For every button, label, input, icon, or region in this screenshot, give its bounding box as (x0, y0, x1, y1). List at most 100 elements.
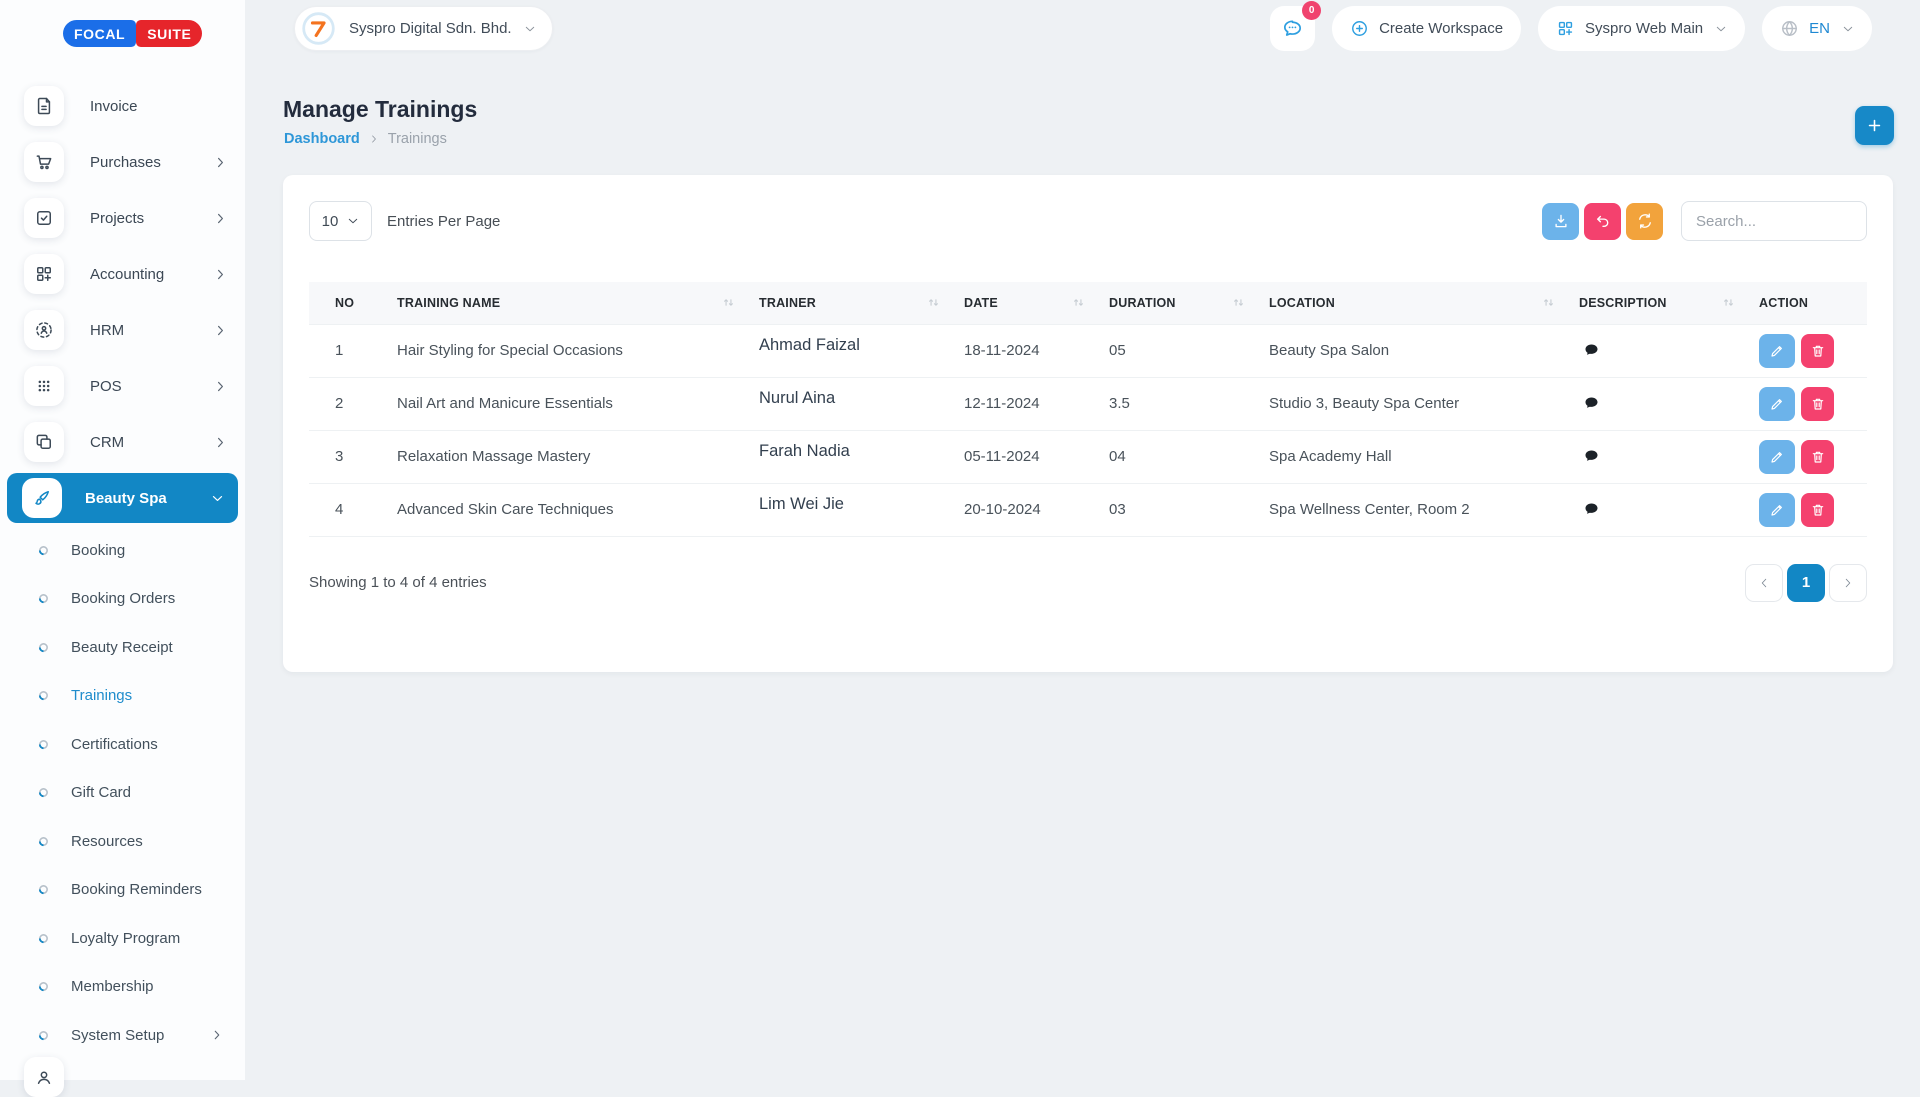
delete-button[interactable] (1801, 334, 1834, 368)
cell-trainer: Ahmad Faizal (747, 324, 952, 377)
pagination-page-1-button[interactable]: 1 (1787, 564, 1825, 602)
sidebar-subitem-booking[interactable]: Booking (0, 526, 245, 575)
sidebar-item-hrm[interactable]: HRM (0, 302, 245, 358)
chevron-right-icon (214, 212, 227, 225)
column-label: TRAINER (759, 296, 816, 310)
bullet-icon (38, 1030, 49, 1041)
sidebar-subitem-label: Certifications (71, 736, 158, 753)
pagination-next-button[interactable] (1829, 564, 1867, 602)
chevron-down-icon (524, 23, 536, 35)
refresh-button[interactable] (1626, 203, 1663, 240)
column-header-training-name[interactable]: TRAINING NAME (385, 282, 747, 324)
focal-suite-logo[interactable]: FOCAL SUITE (63, 20, 202, 47)
sidebar-subitem-loyalty-program[interactable]: Loyalty Program (0, 914, 245, 963)
bullet-icon (38, 545, 49, 556)
chevron-right-icon (214, 268, 227, 281)
add-training-button[interactable] (1855, 106, 1894, 145)
export-download-button[interactable] (1542, 203, 1579, 240)
sidebar-subitem-trainings[interactable]: Trainings (0, 672, 245, 721)
table-row: 4Advanced Skin Care TechniquesLim Wei Ji… (309, 483, 1867, 536)
language-selector[interactable]: EN (1762, 6, 1872, 51)
app-switcher[interactable]: Syspro Web Main (1538, 6, 1745, 51)
edit-button[interactable] (1759, 440, 1795, 474)
sidebar-item-partial[interactable] (24, 1057, 64, 1097)
workspace-selector[interactable]: Syspro Digital Sdn. Bhd. (294, 6, 553, 51)
description-comment-button[interactable] (1583, 501, 1600, 518)
sidebar-item-crm[interactable]: CRM (0, 414, 245, 470)
chevron-left-icon (1758, 577, 1770, 589)
cell-no: 3 (309, 430, 385, 483)
edit-button[interactable] (1759, 387, 1795, 421)
create-workspace-label: Create Workspace (1379, 20, 1503, 37)
column-header-date[interactable]: DATE (952, 282, 1097, 324)
create-workspace-button[interactable]: Create Workspace (1332, 6, 1521, 51)
cell-training-name: Hair Styling for Special Occasions (385, 324, 747, 377)
description-comment-button[interactable] (1583, 448, 1600, 465)
column-header-action: ACTION (1747, 282, 1867, 324)
delete-button[interactable] (1801, 493, 1834, 527)
breadcrumb-dashboard-link[interactable]: Dashboard (284, 131, 360, 147)
column-header-duration[interactable]: DURATION (1097, 282, 1257, 324)
sidebar-subitem-membership[interactable]: Membership (0, 963, 245, 1012)
table-row: 2Nail Art and Manicure EssentialsNurul A… (309, 377, 1867, 430)
topbar: Syspro Digital Sdn. Bhd. 0 Create Worksp… (245, 0, 1920, 57)
column-header-description[interactable]: DESCRIPTION (1567, 282, 1747, 324)
edit-button[interactable] (1759, 493, 1795, 527)
sidebar-item-pos[interactable]: POS (0, 358, 245, 414)
page-title: Manage Trainings (283, 96, 477, 123)
sidebar-subitem-label: Beauty Receipt (71, 639, 173, 656)
sidebar-item-invoice[interactable]: Invoice (0, 78, 245, 134)
accounting-grid-icon (24, 254, 64, 294)
sidebar-item-label: Invoice (90, 98, 138, 115)
breadcrumb: Dashboard Trainings (284, 131, 447, 147)
sidebar-item-accounting[interactable]: Accounting (0, 246, 245, 302)
table-row: 3Relaxation Massage MasteryFarah Nadia05… (309, 430, 1867, 483)
workspace-logo-icon (300, 10, 337, 47)
sidebar-subitem-booking-reminders[interactable]: Booking Reminders (0, 866, 245, 915)
sort-icon (722, 296, 735, 309)
entries-per-page-select[interactable]: 10 (309, 201, 372, 241)
undo-button[interactable] (1584, 203, 1621, 240)
cell-trainer: Farah Nadia (747, 430, 952, 483)
cell-duration: 04 (1097, 430, 1257, 483)
delete-button[interactable] (1801, 440, 1834, 474)
purchases-cart-icon (24, 142, 64, 182)
refresh-icon (1636, 212, 1654, 230)
table-header: NOTRAINING NAMETRAINERDATEDURATIONLOCATI… (309, 282, 1867, 324)
sort-icon (927, 296, 940, 309)
sidebar-item-label: Accounting (90, 266, 164, 283)
column-header-location[interactable]: LOCATION (1257, 282, 1567, 324)
search-input[interactable] (1681, 201, 1867, 241)
sidebar-item-purchases[interactable]: Purchases (0, 134, 245, 190)
delete-button[interactable] (1801, 387, 1834, 421)
sidebar-item-beauty-spa[interactable]: Beauty Spa (7, 473, 238, 523)
undo-icon (1594, 212, 1612, 230)
pagination-prev-button[interactable] (1745, 564, 1783, 602)
cell-action (1747, 483, 1867, 536)
sidebar-subitem-gift-card[interactable]: Gift Card (0, 769, 245, 818)
description-comment-button[interactable] (1583, 395, 1600, 412)
sidebar-subitem-certifications[interactable]: Certifications (0, 720, 245, 769)
edit-button[interactable] (1759, 334, 1795, 368)
sidebar-subitem-resources[interactable]: Resources (0, 817, 245, 866)
description-comment-button[interactable] (1583, 342, 1600, 359)
sidebar-subitem-booking-orders[interactable]: Booking Orders (0, 575, 245, 624)
plus-circle-icon (1350, 19, 1369, 38)
sidebar-subitem-system-setup[interactable]: System Setup (0, 1011, 245, 1060)
invoice-icon (24, 86, 64, 126)
sidebar-subitem-label: Resources (71, 833, 143, 850)
sidebar-subitem-label: Booking (71, 542, 125, 559)
sidebar-subitem-beauty-receipt[interactable]: Beauty Receipt (0, 623, 245, 672)
trash-icon (1810, 502, 1826, 518)
sidebar-item-projects[interactable]: Projects (0, 190, 245, 246)
pencil-icon (1769, 449, 1785, 465)
topbar-actions: 0 Create Workspace Syspro Web Main EN (1270, 6, 1872, 51)
column-header-trainer[interactable]: TRAINER (747, 282, 952, 324)
cell-no: 4 (309, 483, 385, 536)
messages-button[interactable]: 0 (1270, 6, 1315, 51)
chevron-right-icon (211, 1029, 223, 1041)
sort-icon (1542, 296, 1555, 309)
chat-icon (1281, 17, 1304, 40)
bullet-icon (38, 836, 49, 847)
sidebar: FOCAL SUITE Invoice PurchasesProjects Acco… (0, 0, 245, 1080)
